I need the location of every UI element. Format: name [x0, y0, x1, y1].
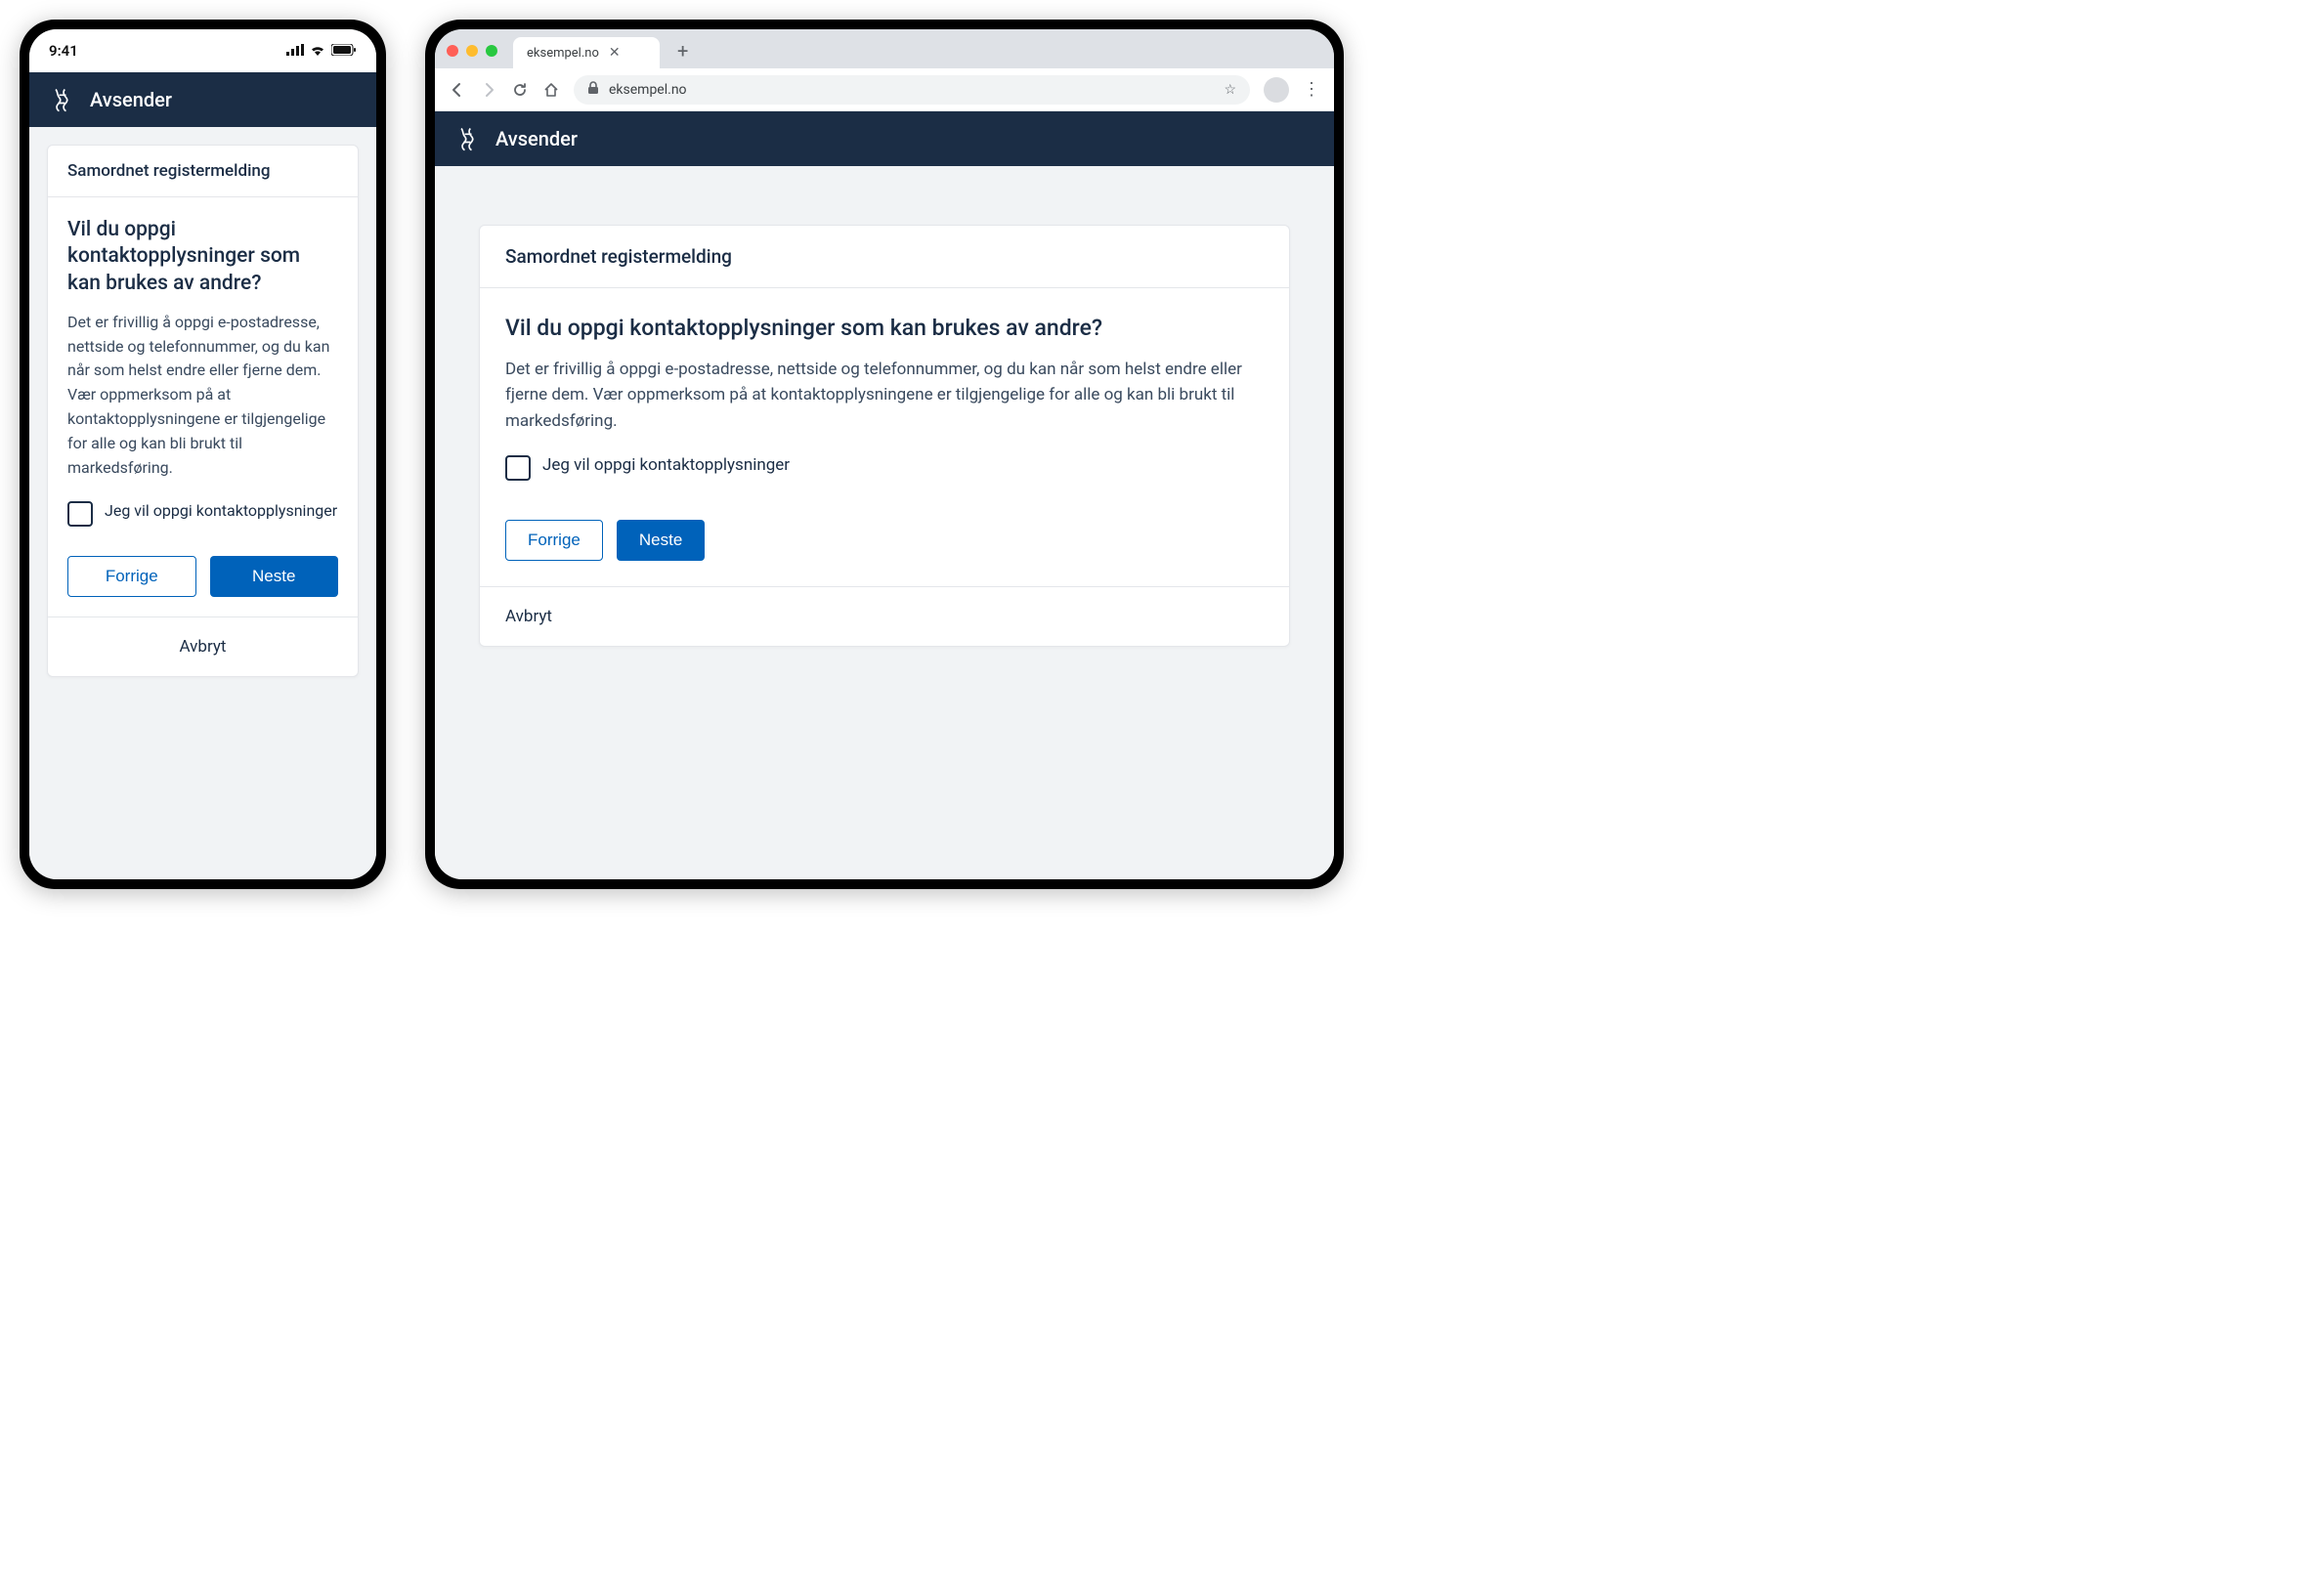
nav-back-icon[interactable] [449, 82, 466, 98]
form-question: Vil du oppgi kontaktopplysninger som kan… [67, 217, 338, 297]
form-card: Samordnet registermelding Vil du oppgi k… [479, 225, 1290, 647]
app-header: Avsender [29, 72, 376, 127]
sender-name: Avsender [90, 88, 172, 111]
prev-button[interactable]: Forrige [67, 556, 196, 597]
checkbox-label: Jeg vil oppgi kontaktopplysninger [542, 455, 790, 475]
browser-toolbar: eksempel.no ☆ ⋮ [435, 68, 1334, 111]
browser-menu-icon[interactable]: ⋮ [1303, 79, 1320, 100]
signal-icon [286, 42, 304, 60]
window-maximize-icon[interactable] [486, 45, 497, 57]
browser-tab[interactable]: eksempel.no ✕ [513, 37, 660, 68]
status-time: 9:41 [49, 42, 78, 60]
window-controls [447, 45, 505, 68]
bookmark-star-icon[interactable]: ☆ [1224, 82, 1236, 98]
url-text: eksempel.no [609, 82, 687, 98]
card-title: Samordnet registermelding [480, 226, 1289, 288]
app-header: Avsender [435, 111, 1334, 166]
phone-status-bar: 9:41 [29, 29, 376, 72]
address-bar[interactable]: eksempel.no ☆ [574, 75, 1250, 105]
nav-forward-icon[interactable] [480, 82, 497, 98]
next-button[interactable]: Neste [210, 556, 339, 597]
form-description: Det er frivillig å oppgi e-postadresse, … [505, 357, 1264, 434]
form-description: Det er frivillig å oppgi e-postadresse, … [67, 311, 338, 481]
consent-checkbox[interactable]: Jeg vil oppgi kontaktopplysninger [505, 455, 1264, 481]
battery-icon [331, 42, 357, 60]
prev-button[interactable]: Forrige [505, 520, 603, 561]
reload-icon[interactable] [511, 82, 529, 98]
sender-name: Avsender [495, 127, 578, 150]
phone-device-frame: 9:41 Avsender Samordnet registerm [20, 20, 386, 889]
checkbox-box-icon [67, 501, 93, 527]
tab-close-icon[interactable]: ✕ [609, 45, 621, 61]
cancel-button[interactable]: Avbryt [505, 607, 552, 626]
lock-icon [587, 81, 599, 99]
wifi-icon [310, 42, 325, 60]
browser-tab-bar: eksempel.no ✕ + [435, 29, 1334, 68]
status-icons [286, 42, 357, 60]
checkbox-label: Jeg vil oppgi kontaktopplysninger [105, 501, 337, 520]
home-icon[interactable] [542, 82, 560, 98]
cancel-button[interactable]: Avbryt [180, 637, 227, 657]
new-tab-button[interactable]: + [667, 33, 698, 68]
profile-avatar[interactable] [1264, 77, 1289, 103]
sender-logo-icon [454, 125, 482, 152]
form-question: Vil du oppgi kontaktopplysninger som kan… [505, 314, 1264, 343]
window-close-icon[interactable] [447, 45, 458, 57]
tab-title: eksempel.no [527, 46, 599, 61]
window-minimize-icon[interactable] [466, 45, 478, 57]
next-button[interactable]: Neste [617, 520, 705, 561]
checkbox-box-icon [505, 455, 531, 481]
consent-checkbox[interactable]: Jeg vil oppgi kontaktopplysninger [67, 501, 338, 527]
sender-logo-icon [49, 86, 76, 113]
form-card: Samordnet registermelding Vil du oppgi k… [47, 145, 359, 677]
desktop-device-frame: eksempel.no ✕ + eksempel.no [425, 20, 1344, 889]
card-title: Samordnet registermelding [48, 146, 358, 197]
